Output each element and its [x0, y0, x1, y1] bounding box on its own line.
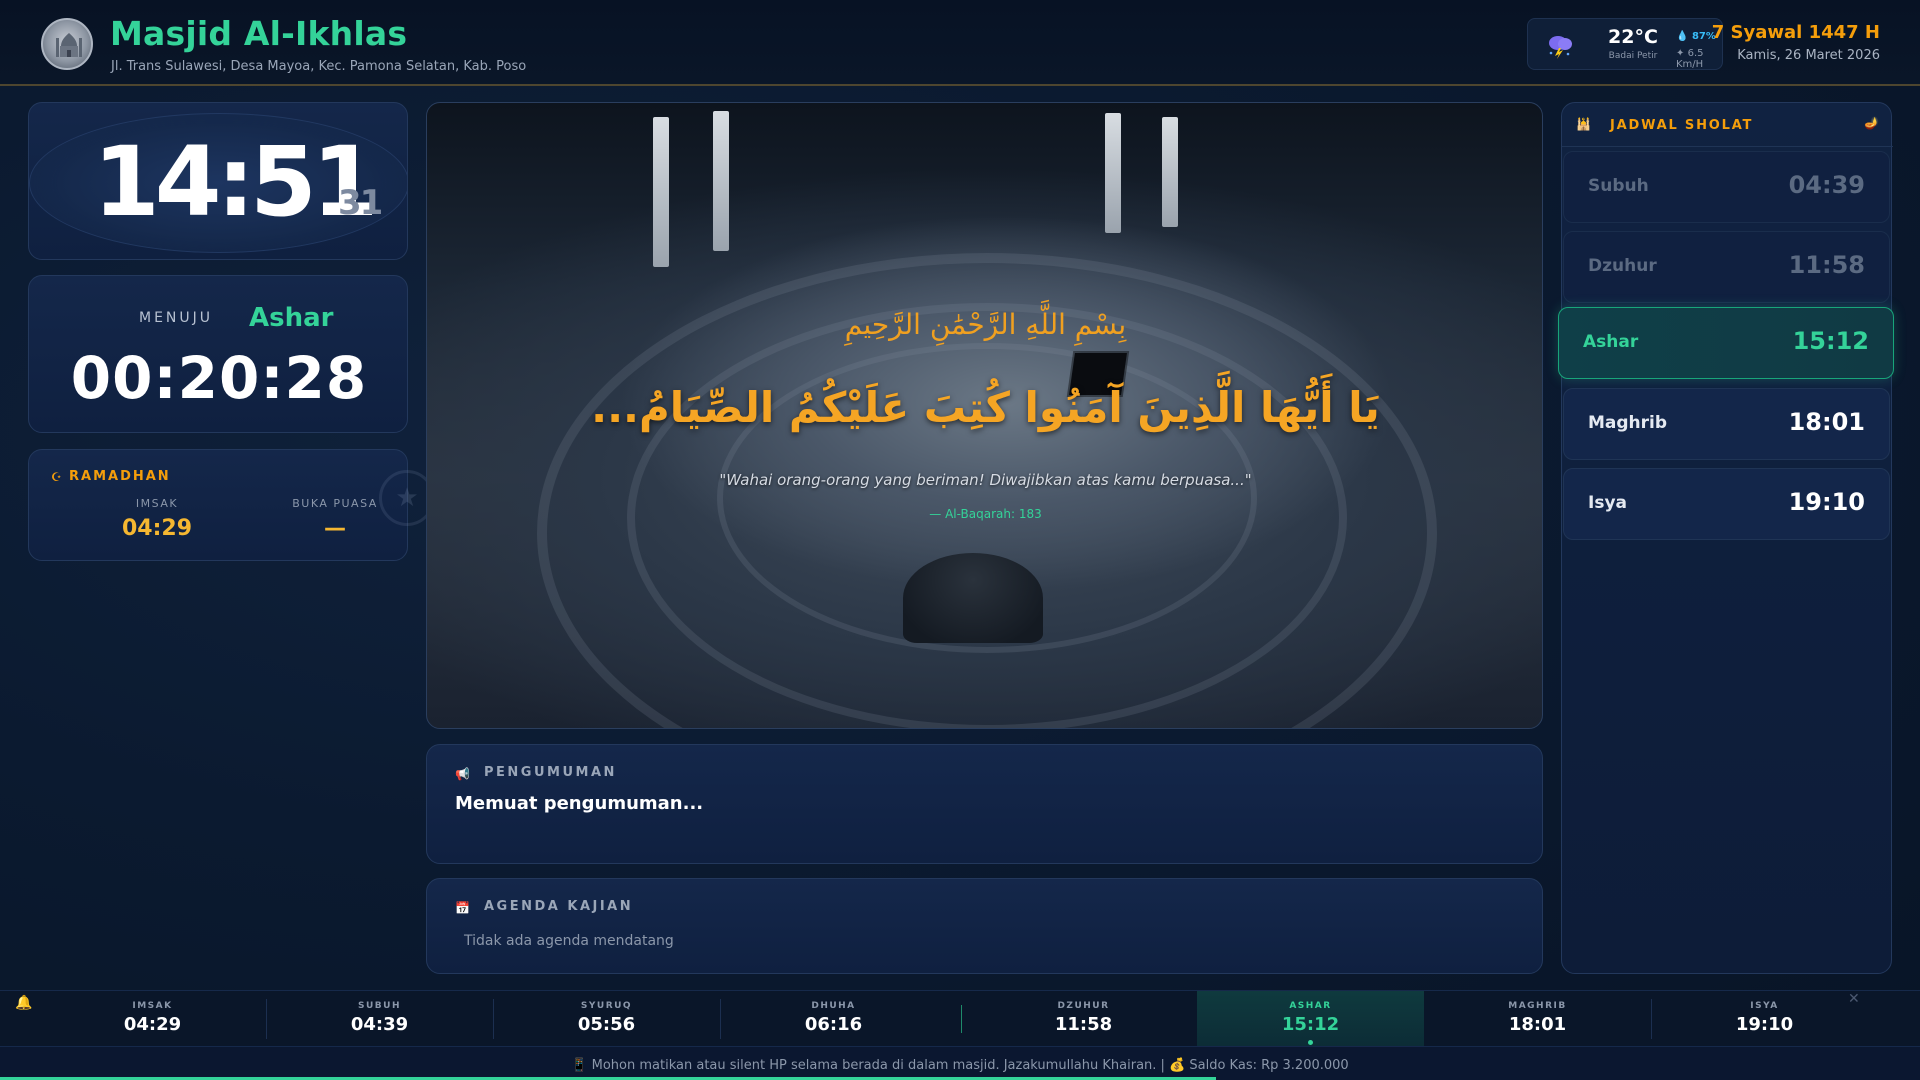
prayer-time: 18:01: [1788, 408, 1865, 436]
bar-item-time: 18:01: [1508, 1014, 1567, 1035]
minaret-decoration: [1162, 117, 1178, 227]
ayah-translation: "Wahai orang-orang yang beriman! Diwajib…: [719, 471, 1252, 489]
ramadhan-title: RAMADHAN: [69, 469, 171, 484]
bar-item-syuruq: SYURUQ 05:56: [493, 991, 720, 1047]
minaret-decoration: [1105, 113, 1121, 233]
prayer-row-ashar: Ashar 15:12: [1558, 307, 1894, 379]
money-bag-icon: 💰: [1169, 1058, 1186, 1073]
thunderstorm-icon: [1546, 33, 1574, 63]
bar-item-dzuhur: DZUHUR 11:58: [970, 991, 1197, 1047]
bar-item-time: 05:56: [577, 1014, 636, 1035]
prayer-time: 04:39: [1788, 171, 1865, 199]
bar-item-subuh: SUBUH 04:39: [266, 991, 493, 1047]
prayer-time: 11:58: [1788, 251, 1865, 279]
imsak-label: IMSAK: [135, 497, 179, 510]
countdown-timer: 00:20:28: [70, 344, 368, 412]
schedule-title: JADWAL SHOLAT: [1610, 118, 1754, 133]
schedule-header: 🕌 JADWAL SHOLAT 🪔: [1562, 103, 1893, 147]
prayer-name: Maghrib: [1588, 413, 1668, 433]
buka-puasa-value: —: [324, 516, 346, 541]
header: Masjid Al-Ikhlas Jl. Trans Sulawesi, Des…: [0, 0, 1920, 86]
ticker-balance: Saldo Kas: Rp 3.200.000: [1189, 1058, 1349, 1073]
running-text-ticker: 📱 Mohon matikan atau silent HP selama be…: [0, 1046, 1920, 1080]
basmala-text: بِسْمِ اللَّهِ الرَّحْمَٰنِ الرَّحِيمِ: [844, 308, 1127, 341]
prayer-name: Subuh: [1588, 176, 1649, 196]
crescent-icon: ☪: [51, 470, 62, 484]
prayer-time: 19:10: [1788, 488, 1865, 516]
weather-humidity: 💧 87%: [1676, 31, 1716, 42]
bar-item-time: 06:16: [804, 1014, 863, 1035]
next-prayer-name: Ashar: [249, 303, 334, 333]
prayer-row-isya: Isya 19:10: [1563, 468, 1890, 540]
imsak-value: 04:29: [121, 516, 193, 541]
mosque-address: Jl. Trans Sulawesi, Desa Mayoa, Kec. Pam…: [111, 59, 527, 74]
announcement-card: 📢 PENGUMUMAN Memuat pengumuman...: [426, 744, 1543, 864]
bar-item-maghrib: MAGHRIB 18:01: [1424, 991, 1651, 1047]
announcement-title: PENGUMUMAN: [484, 765, 617, 780]
agenda-title: AGENDA KAJIAN: [484, 899, 634, 914]
ticker-message: Mohon matikan atau silent HP selama bera…: [591, 1058, 1165, 1073]
bar-item-time: 19:10: [1735, 1014, 1794, 1035]
ayah-reference: — Al-Baqarah: 183: [929, 507, 1042, 521]
bar-item-label: ASHAR: [1289, 1001, 1332, 1011]
ayah-text: يَا أَيُّهَا الَّذِينَ آمَنُوا كُتِبَ عَ…: [591, 383, 1380, 432]
bar-item-label: MAGHRIB: [1508, 1001, 1567, 1011]
agenda-text: Tidak ada agenda mendatang: [464, 933, 674, 949]
clock-seconds: 31: [338, 183, 383, 223]
ramadhan-card: ☪ RAMADHAN IMSAK 04:29 BUKA PUASA — ★: [28, 449, 435, 561]
ticker-text: 📱 Mohon matikan atau silent HP selama be…: [0, 1058, 1920, 1073]
wind-icon: ✦: [1676, 48, 1685, 59]
weather-widget: 22°C Badai Petir 💧 87% ✦ 6.5 Km/H: [1527, 18, 1723, 70]
hijri-date: 7 Syawal 1447 H: [1711, 22, 1880, 43]
hero-banner: بِسْمِ اللَّهِ الرَّحْمَٰنِ الرَّحِيمِ ي…: [426, 102, 1543, 729]
bar-item-label: IMSAK: [132, 1001, 173, 1011]
bar-item-ashar: ASHAR 15:12: [1197, 991, 1424, 1047]
dome-decoration: [903, 553, 1043, 643]
bar-item-isya: ISYA 19:10: [1651, 991, 1878, 1047]
bar-item-imsak: IMSAK 04:29: [39, 991, 266, 1047]
clock-time: 14:51: [93, 126, 379, 238]
prayer-time: 15:12: [1792, 327, 1869, 355]
bar-item-label: SUBUH: [358, 1001, 401, 1011]
bar-item-dhuha: DHUHA 06:16: [720, 991, 947, 1047]
divider: [961, 1005, 962, 1033]
mosque-name: Masjid Al-Ikhlas: [110, 14, 408, 53]
weather-condition: Badai Petir: [1608, 51, 1658, 61]
weather-wind: ✦ 6.5 Km/H: [1676, 48, 1704, 70]
prayer-name: Isya: [1588, 493, 1627, 513]
mosque-logo: [41, 18, 93, 70]
prayer-row-dzuhur: Dzuhur 11:58: [1563, 231, 1890, 303]
minaret-decoration: [713, 111, 729, 251]
mosque-icon: 🕌: [1576, 117, 1591, 131]
bar-item-time: 11:58: [1054, 1014, 1113, 1035]
calendar-icon: 📅: [455, 901, 470, 915]
active-indicator: [1308, 1040, 1313, 1045]
prayer-name: Ashar: [1583, 332, 1639, 352]
bar-item-time: 15:12: [1281, 1014, 1340, 1035]
weather-temperature: 22°C: [1608, 26, 1658, 48]
bell-icon[interactable]: 🔔: [15, 995, 32, 1011]
clock-card: 14:51 31: [28, 102, 408, 260]
agenda-card: 📅 AGENDA KAJIAN Tidak ada agenda mendata…: [426, 878, 1543, 974]
bar-item-time: 04:29: [123, 1014, 182, 1035]
lamp-icon: 🪔: [1864, 116, 1879, 130]
announcement-text: Memuat pengumuman...: [455, 793, 704, 814]
megaphone-icon: 📢: [455, 767, 470, 781]
minaret-decoration: [653, 117, 669, 267]
bar-item-label: DZUHUR: [1057, 1001, 1110, 1011]
next-prayer-label: MENUJU: [139, 310, 214, 326]
phone-icon: 📱: [571, 1058, 588, 1073]
bar-item-label: DHUHA: [811, 1001, 856, 1011]
droplet-icon: 💧: [1676, 31, 1689, 42]
bar-item-time: 04:39: [350, 1014, 409, 1035]
prayer-row-maghrib: Maghrib 18:01: [1563, 388, 1890, 460]
gregorian-date: Kamis, 26 Maret 2026: [1737, 48, 1880, 63]
prayer-times-bar: 🔔 ✕ IMSAK 04:29 SUBUH 04:39 SYURUQ 05:56…: [0, 990, 1920, 1047]
bar-item-label: ISYA: [1750, 1001, 1779, 1011]
prayer-name: Dzuhur: [1588, 256, 1657, 276]
prayer-row-subuh: Subuh 04:39: [1563, 151, 1890, 223]
bar-item-label: SYURUQ: [580, 1001, 633, 1011]
next-prayer-card: MENUJU Ashar 00:20:28: [28, 275, 408, 433]
